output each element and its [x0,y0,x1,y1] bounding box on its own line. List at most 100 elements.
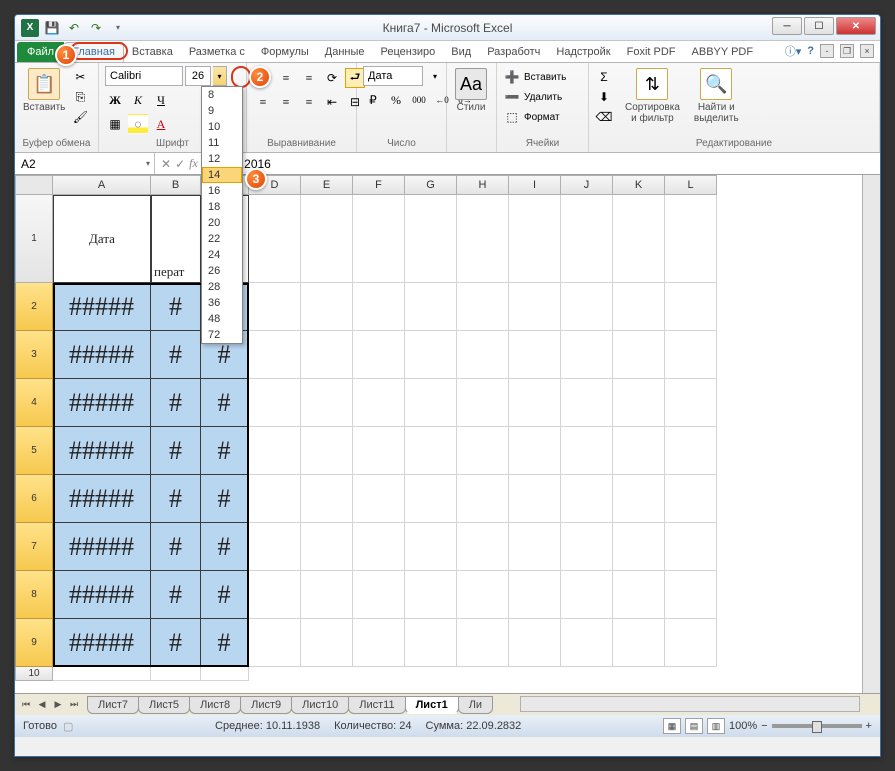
size-option[interactable]: 10 [202,119,242,135]
tab-foxit[interactable]: Foxit PDF [619,42,684,62]
cell[interactable]: ##### [53,427,151,475]
cell[interactable] [561,619,613,667]
cell[interactable] [457,195,509,283]
cell[interactable] [457,427,509,475]
size-option[interactable]: 9 [202,103,242,119]
size-option[interactable]: 26 [202,263,242,279]
cell[interactable]: ##### [53,619,151,667]
cell[interactable] [509,475,561,523]
workbook-restore-button[interactable]: ❐ [840,44,854,58]
cell[interactable] [301,523,353,571]
decrease-indent-icon[interactable]: ⇤ [322,92,342,112]
close-button[interactable]: ✕ [836,17,876,35]
size-option[interactable]: 72 [202,327,242,343]
maximize-button[interactable]: ☐ [804,17,834,35]
cell[interactable] [353,331,405,379]
paste-button[interactable]: 📋 Вставить [21,66,67,115]
align-right-icon[interactable]: ≡ [299,92,319,112]
row-header[interactable]: 8 [15,571,53,619]
select-all-corner[interactable] [15,175,53,195]
cell[interactable] [561,331,613,379]
help-icon[interactable]: ? [807,45,814,57]
cell[interactable] [353,523,405,571]
ribbon-minimize-icon[interactable]: ⓘ▾ [785,43,802,59]
cell[interactable] [665,523,717,571]
size-option[interactable]: 12 [202,151,242,167]
cell-grid[interactable]: Дата перат Окр лен ые дан ые [53,195,880,693]
percent-icon[interactable]: % [386,90,406,110]
cell[interactable]: # [151,571,201,619]
cell[interactable]: # [201,427,249,475]
sheet-nav-prev-icon[interactable]: ◀ [35,698,49,712]
cell[interactable] [561,195,613,283]
currency-icon[interactable]: ₽ [363,90,383,110]
cell[interactable] [665,427,717,475]
row-header[interactable]: 4 [15,379,53,427]
insert-cells-label[interactable]: Вставить [524,72,566,83]
sheet-tab[interactable]: Ли [458,696,493,714]
cell[interactable] [509,619,561,667]
cell[interactable] [405,571,457,619]
cell[interactable] [249,195,301,283]
cell[interactable] [353,619,405,667]
view-pagebreak-icon[interactable]: ▥ [707,718,725,734]
cell[interactable] [665,331,717,379]
size-option[interactable]: 16 [202,183,242,199]
row-header[interactable]: 10 [15,667,53,681]
cell[interactable]: # [201,523,249,571]
cell[interactable] [353,379,405,427]
cell[interactable] [457,475,509,523]
workbook-close-button[interactable]: × [860,44,874,58]
cell[interactable]: ##### [53,331,151,379]
cell[interactable] [201,667,249,681]
size-option[interactable]: 22 [202,231,242,247]
cell[interactable] [613,195,665,283]
cell[interactable] [665,475,717,523]
cell[interactable] [509,427,561,475]
cell[interactable]: ##### [53,379,151,427]
cell[interactable] [561,523,613,571]
size-option-highlighted[interactable]: 14 [202,167,242,183]
cell[interactable] [151,667,201,681]
italic-icon[interactable]: К [128,90,148,110]
cell[interactable] [561,475,613,523]
cell[interactable] [613,331,665,379]
col-header[interactable]: L [665,175,717,195]
copy-icon[interactable]: ⎘ [71,88,89,106]
cell[interactable]: ##### [53,523,151,571]
bold-icon[interactable]: Ж [105,90,125,110]
cell[interactable] [457,571,509,619]
minimize-button[interactable]: ─ [772,17,802,35]
cell[interactable] [301,427,353,475]
cell[interactable] [405,475,457,523]
cell[interactable] [301,283,353,331]
cell[interactable]: ##### [53,475,151,523]
cell[interactable] [249,331,301,379]
cell[interactable] [613,523,665,571]
formula-input[interactable]: 05.06.2016 [205,153,880,174]
col-header[interactable]: A [53,175,151,195]
align-bottom-icon[interactable]: ≡ [299,68,319,88]
size-option[interactable]: 20 [202,215,242,231]
cut-icon[interactable]: ✂ [71,68,89,86]
cell[interactable] [613,571,665,619]
font-name-input[interactable] [105,66,183,86]
cell[interactable] [301,331,353,379]
cell[interactable] [613,427,665,475]
row-header[interactable]: 1 [15,195,53,283]
fill-color-icon[interactable]: ◌ [128,114,148,134]
cell[interactable] [301,571,353,619]
cell[interactable]: # [201,571,249,619]
tab-addins[interactable]: Надстройк [548,42,618,62]
col-header[interactable]: I [509,175,561,195]
cell[interactable] [665,379,717,427]
cell[interactable] [249,427,301,475]
tab-abbyy[interactable]: ABBYY PDF [684,42,762,62]
tab-view[interactable]: Вид [443,42,479,62]
col-header[interactable]: E [301,175,353,195]
tab-developer[interactable]: Разработч [479,42,548,62]
cell[interactable] [457,619,509,667]
cell[interactable] [665,283,717,331]
styles-button[interactable]: Aa Стили [453,66,489,115]
cell[interactable]: ##### [53,283,151,331]
